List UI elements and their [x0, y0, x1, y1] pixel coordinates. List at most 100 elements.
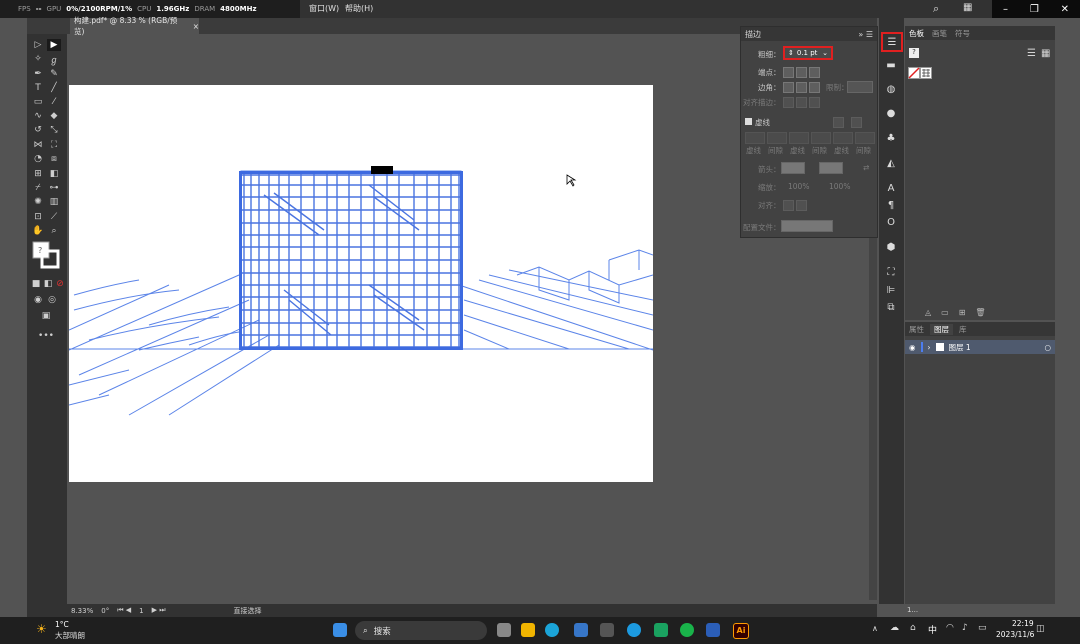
zoom-level[interactable]: 8.33%: [71, 607, 93, 615]
none-swatch-icon[interactable]: [908, 67, 932, 79]
task-view-icon[interactable]: [497, 623, 511, 637]
align-icon[interactable]: ⊫: [884, 283, 898, 297]
green-app-icon[interactable]: [654, 623, 668, 637]
close-icon[interactable]: ✕: [1061, 4, 1069, 15]
dashed-checkbox[interactable]: [745, 118, 752, 125]
weather-icon[interactable]: ☀: [36, 622, 47, 636]
profile-select[interactable]: [781, 220, 833, 232]
gap-field-3[interactable]: [855, 132, 875, 144]
magic-wand-tool-icon[interactable]: ✧: [31, 53, 45, 65]
dash-preserve-button[interactable]: [833, 117, 844, 128]
draw-mode-icon[interactable]: ◉: [31, 294, 45, 306]
miter-join-button[interactable]: [783, 82, 794, 93]
align-center-button[interactable]: [783, 97, 794, 108]
tab-brushes[interactable]: 画笔: [932, 28, 947, 39]
arrow-end-select[interactable]: [819, 162, 843, 174]
gap-field-1[interactable]: [767, 132, 787, 144]
curvature-tool-icon[interactable]: ✎: [47, 68, 61, 80]
rotate-tool-icon[interactable]: ↺: [31, 124, 45, 136]
arrow-start-select[interactable]: [781, 162, 805, 174]
scale-start-value[interactable]: 100%: [788, 182, 809, 191]
edge-icon[interactable]: [545, 623, 559, 637]
tab-properties[interactable]: 属性: [909, 324, 924, 335]
list-view-icon[interactable]: ☰: [1027, 48, 1036, 59]
store-icon[interactable]: [574, 623, 588, 637]
lasso-tool-icon[interactable]: ℊ: [47, 53, 61, 66]
graphic-styles-icon[interactable]: ●: [884, 106, 898, 120]
stepper-icon[interactable]: ⇕: [788, 49, 794, 57]
paragraph-icon[interactable]: ¶: [884, 198, 898, 212]
layer-row[interactable]: ◉ › 图层 1 ○: [905, 340, 1055, 354]
line-tool-icon[interactable]: ╱: [47, 82, 61, 94]
brushes-icon[interactable]: ◭: [884, 156, 898, 170]
tab-swatches[interactable]: 色板: [909, 28, 924, 39]
new-swatch-group-icon[interactable]: ▭: [941, 308, 949, 320]
appearance-icon[interactable]: ◍: [884, 82, 898, 96]
minimize-icon[interactable]: –: [1003, 4, 1008, 15]
notification-icon[interactable]: ◫: [1036, 624, 1045, 634]
workspace-icon[interactable]: ▦: [963, 2, 972, 13]
links-icon[interactable]: ⬢: [884, 240, 898, 254]
taskbar-search[interactable]: ⌕ 搜索: [355, 621, 487, 640]
mic-icon[interactable]: ⌂: [910, 623, 916, 633]
document-tab-close-icon[interactable]: ×: [193, 22, 199, 31]
word-icon[interactable]: [706, 623, 720, 637]
opentype-icon[interactable]: O: [884, 215, 898, 229]
dash-align-button[interactable]: [851, 117, 862, 128]
round-cap-button[interactable]: [796, 67, 807, 78]
width-tool-icon[interactable]: ⋈: [31, 139, 45, 151]
expand-chevron-icon[interactable]: ›: [928, 343, 931, 352]
file-explorer-icon[interactable]: [521, 623, 535, 637]
draw-inside-icon[interactable]: ◎: [45, 294, 59, 306]
transform-icon[interactable]: ⛶: [884, 265, 898, 279]
ie-icon[interactable]: [627, 623, 641, 637]
mesh-tool-icon[interactable]: ⊞: [31, 168, 45, 180]
hand-tool-icon[interactable]: ✋: [31, 225, 45, 237]
swap-arrows-icon[interactable]: ⇄: [863, 163, 869, 172]
rectangle-tool-icon[interactable]: ▭: [31, 96, 45, 108]
paintbrush-tool-icon[interactable]: ⁄: [47, 96, 61, 108]
rotate-angle[interactable]: 0°: [101, 607, 109, 615]
swatch-fill-icon[interactable]: ?: [909, 48, 919, 58]
search-icon[interactable]: ⌕: [933, 2, 939, 16]
none-mode-icon[interactable]: ⊘: [53, 278, 67, 290]
dash-field-1[interactable]: [745, 132, 765, 144]
layer-target-icon[interactable]: ○: [1044, 343, 1055, 352]
eyedropper-tool-icon[interactable]: ⌿: [31, 182, 45, 194]
slice-tool-icon[interactable]: ⟋: [47, 211, 61, 223]
character-icon[interactable]: A: [884, 181, 898, 195]
illustrator-icon[interactable]: Ai: [733, 623, 749, 639]
graph-tool-icon[interactable]: ▥: [47, 196, 61, 208]
document-tab[interactable]: 构建.pdf* @ 8.33 % (RGB/预览) ×: [70, 16, 200, 36]
artboard[interactable]: [68, 85, 654, 482]
projecting-cap-button[interactable]: [809, 67, 820, 78]
type-tool-icon[interactable]: T: [31, 82, 45, 94]
pen-tool-icon[interactable]: ✒: [31, 68, 45, 80]
panel-menu-icon[interactable]: » ☰: [858, 30, 873, 39]
tab-symbols[interactable]: 符号: [955, 28, 970, 39]
shape-builder-tool-icon[interactable]: ◔: [31, 153, 45, 165]
comments-icon[interactable]: ▬: [884, 58, 898, 72]
visibility-eye-icon[interactable]: ◉: [909, 343, 916, 352]
ime-indicator[interactable]: 中: [928, 623, 937, 636]
screen-mode-icon[interactable]: ▣: [39, 310, 53, 322]
fill-stroke-widget[interactable]: ?: [31, 240, 61, 270]
volume-icon[interactable]: ♪: [962, 623, 968, 633]
free-transform-tool-icon[interactable]: ⛶: [47, 139, 61, 151]
grid-view-icon[interactable]: ▦: [1041, 48, 1050, 59]
round-join-button[interactable]: [796, 82, 807, 93]
chevron-down-icon[interactable]: ⌄: [822, 49, 831, 57]
page-nav-icon[interactable]: ⏮ ◀: [117, 606, 131, 615]
new-swatch-icon[interactable]: ⊞: [959, 308, 966, 320]
zoom-tool-icon[interactable]: ⌕: [47, 225, 61, 237]
arrow-align-end-button[interactable]: [796, 200, 807, 211]
swatch-library-icon[interactable]: ◬: [925, 308, 931, 320]
menu-window[interactable]: 窗口(W): [309, 3, 339, 14]
pathfinder-icon[interactable]: ⧉: [884, 300, 898, 314]
artboard-tool-icon[interactable]: ⊡: [31, 211, 45, 223]
align-inside-button[interactable]: [796, 97, 807, 108]
selection-tool-icon[interactable]: ▷: [31, 39, 45, 51]
stroke-panel-icon[interactable]: ☰: [881, 32, 903, 52]
direct-selection-tool-icon[interactable]: ▶: [47, 39, 61, 51]
restore-icon[interactable]: ❐: [1030, 4, 1039, 15]
